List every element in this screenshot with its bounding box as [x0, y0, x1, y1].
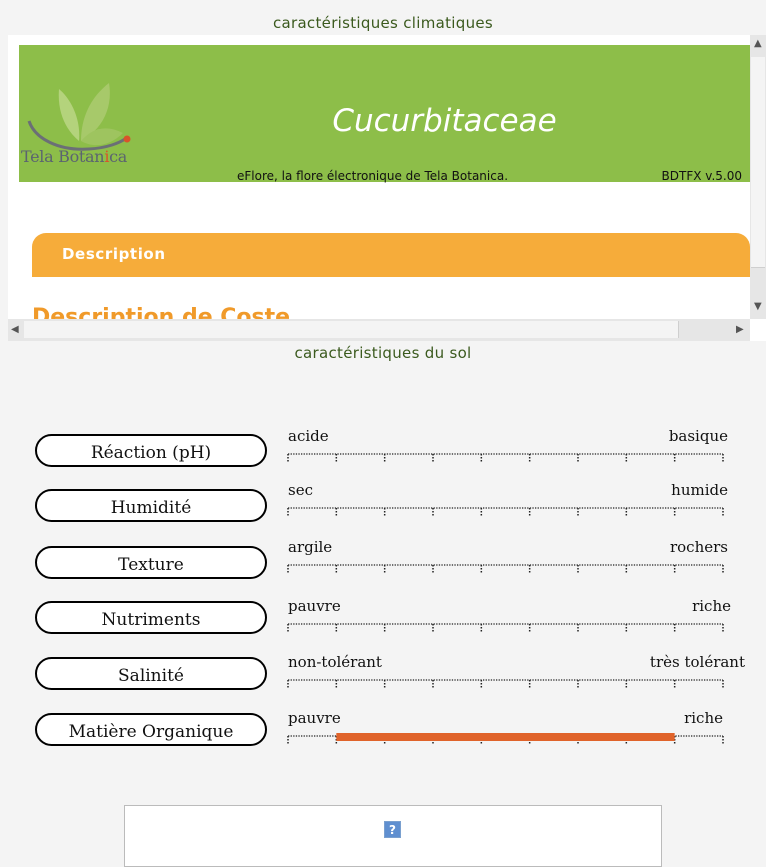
scroll-left-icon[interactable]: ◀ — [11, 324, 19, 336]
description-tab[interactable]: Description — [32, 233, 750, 277]
soil-scale — [287, 453, 724, 462]
soil-scale — [287, 733, 724, 744]
description-tab-label: Description — [62, 245, 166, 263]
soil-label-humidity[interactable]: Humidité — [35, 489, 267, 522]
scale-max-label: basique — [668, 427, 728, 445]
scale-max-label: riche — [692, 597, 731, 615]
soil-label-nutrients[interactable]: Nutriments — [35, 601, 267, 634]
eflore-tagline: eFlore, la flore électronique de Tela Bo… — [237, 169, 509, 183]
scale-min-label: acide — [288, 427, 329, 445]
scale-max-label: rochers — [669, 538, 728, 556]
scale-min-label: sec — [288, 481, 313, 499]
scale-min-label: pauvre — [288, 709, 341, 727]
soil-label-ph[interactable]: Réaction (pH) — [35, 434, 267, 467]
vertical-scrollbar[interactable]: ▲ ▼ — [750, 35, 766, 319]
scale-min-label: non-tolérant — [288, 653, 382, 671]
horizontal-scroll-thumb[interactable] — [24, 321, 679, 338]
scale-max-label: riche — [684, 709, 723, 727]
scroll-down-icon[interactable]: ▼ — [754, 301, 762, 313]
soil-label-salinity[interactable]: Salinité — [35, 657, 267, 690]
eflore-banner: Tela Botanica Cucurbitaceae eFlore, la f… — [19, 45, 750, 183]
embedded-eflore-frame[interactable]: Tela Botanica Cucurbitaceae eFlore, la f… — [8, 35, 766, 341]
scroll-up-icon[interactable]: ▲ — [754, 38, 762, 50]
horizontal-scrollbar[interactable]: ◀ ▶ — [8, 319, 750, 341]
scale-min-label: pauvre — [288, 597, 341, 615]
help-icon[interactable]: ? — [384, 821, 401, 838]
scale-max-label: humide — [671, 481, 728, 499]
logo-wordmark: Tela Botanica — [21, 147, 128, 166]
database-version: BDTFX v.5.00 — [661, 169, 742, 183]
scroll-right-icon[interactable]: ▶ — [736, 324, 744, 336]
scale-range-bar — [336, 733, 675, 741]
soil-scale — [287, 507, 724, 516]
soil-label-organic-matter[interactable]: Matière Organique — [35, 713, 267, 746]
family-name-title: Cucurbitaceae — [332, 103, 557, 139]
frame-content: Tela Botanica Cucurbitaceae eFlore, la f… — [8, 35, 750, 319]
help-panel: ? — [124, 805, 662, 867]
climate-section-title: caractéristiques climatiques — [272, 14, 494, 32]
description-heading: Description de Coste — [32, 305, 291, 319]
soil-label-texture[interactable]: Texture — [35, 546, 267, 579]
vertical-scroll-thumb[interactable] — [751, 57, 765, 268]
soil-scale — [287, 564, 724, 573]
soil-scale — [287, 679, 724, 688]
soil-scale — [287, 623, 724, 632]
scale-max-label: très tolérant — [649, 653, 745, 671]
soil-section-title: caractéristiques du sol — [294, 344, 472, 362]
scale-min-label: argile — [288, 538, 333, 556]
